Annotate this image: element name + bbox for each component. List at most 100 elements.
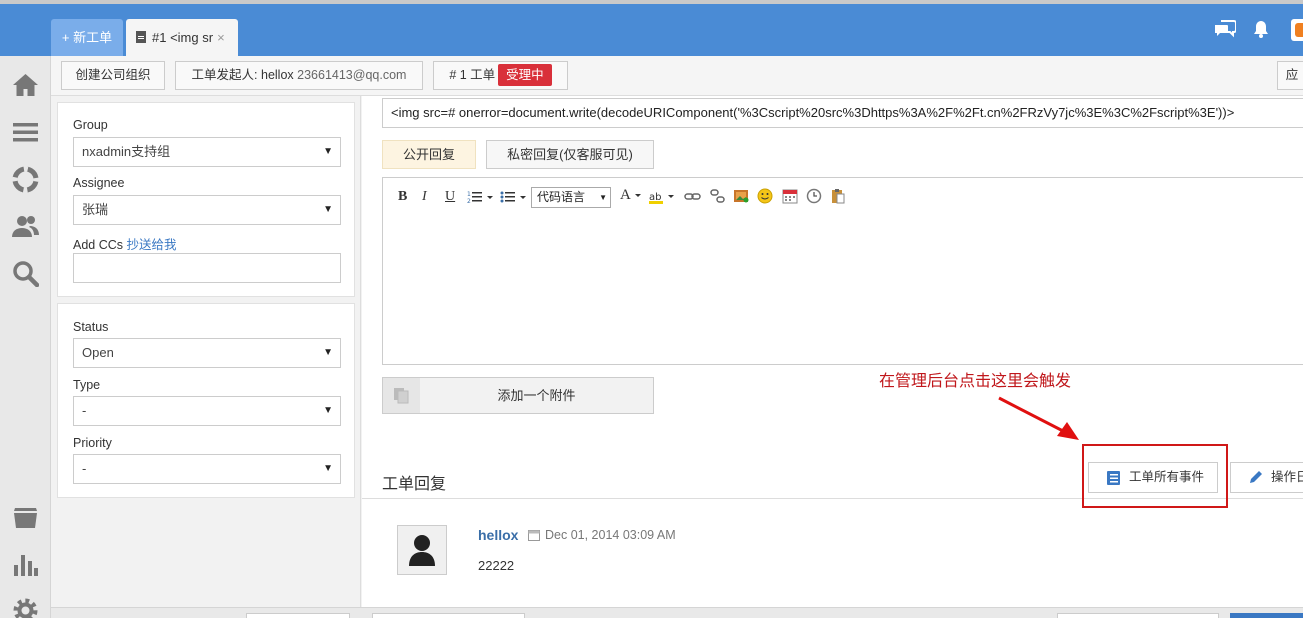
chevron-down-icon[interactable] <box>634 190 642 200</box>
image-icon[interactable] <box>733 188 749 204</box>
private-reply-tab[interactable]: 私密回复(仅客服可见) <box>486 140 654 169</box>
ordered-list-icon[interactable]: 12 <box>467 190 495 204</box>
ticket-number: # 1 工单 <box>449 68 496 82</box>
bottom-bar <box>51 607 1303 618</box>
add-attachment-label: 添加一个附件 <box>497 388 576 403</box>
reply-date-row: Dec 01, 2014 03:09 AM <box>528 528 676 542</box>
type-value: - <box>82 403 87 418</box>
reply-editor[interactable]: B I U 12 代码语言 ▼ A ab <box>382 177 1303 365</box>
svg-text:1: 1 <box>467 191 471 198</box>
ticket-properties-panel: Group nxadmin支持组 ▼ Assignee 张瑞 ▼ Add CCs… <box>51 96 361 608</box>
reply-author[interactable]: hellox <box>478 527 518 543</box>
status-badge: 受理中 <box>498 64 552 86</box>
copy-icon <box>394 388 409 404</box>
close-icon[interactable]: × <box>217 30 225 45</box>
users-icon[interactable] <box>12 213 39 240</box>
ticket-toolbar: 创建公司组织 工单发起人: hellox 23661413@qq.com # 1… <box>51 56 1303 96</box>
highlight-icon[interactable]: ab <box>649 189 677 205</box>
settings-icon[interactable] <box>12 597 39 618</box>
archive-icon[interactable] <box>12 504 39 531</box>
code-language-label: 代码语言 <box>537 190 586 204</box>
annotation-text: 在管理后台点击这里会触发 <box>879 373 1072 390</box>
requester-button[interactable]: 工单发起人: hellox 23661413@qq.com <box>175 61 423 90</box>
reply-date: Dec 01, 2014 03:09 AM <box>545 528 676 542</box>
ticket-subject[interactable]: <img src=# onerror=document.write(decode… <box>382 98 1303 128</box>
group-value: nxadmin支持组 <box>82 144 171 159</box>
search-icon[interactable] <box>12 260 39 287</box>
reply-body: 22222 <box>478 558 515 573</box>
reply-avatar <box>397 525 447 575</box>
font-color-button[interactable]: A <box>620 187 631 204</box>
bar-chart-icon[interactable] <box>12 551 39 578</box>
assignee-label: Assignee <box>73 176 125 190</box>
code-language-select[interactable]: 代码语言 ▼ <box>531 187 611 208</box>
chat-icon[interactable] <box>1214 20 1236 38</box>
user-silhouette-icon <box>409 535 435 566</box>
replies-section-title: 工单回复 <box>382 476 447 493</box>
user-avatar[interactable] <box>1291 19 1303 41</box>
priority-select[interactable]: - ▼ <box>73 454 341 484</box>
group-select[interactable]: nxadmin支持组 ▼ <box>73 137 341 167</box>
chevron-down-icon: ▼ <box>323 146 333 157</box>
ticket-tab[interactable]: #1 <img sr × <box>126 19 238 56</box>
lifebuoy-icon[interactable] <box>12 166 39 193</box>
chevron-down-icon: ▼ <box>323 405 333 416</box>
link-icon[interactable] <box>684 190 702 204</box>
menu-icon[interactable] <box>12 119 39 146</box>
priority-label: Priority <box>73 436 112 450</box>
annotation-arrow <box>998 396 1079 440</box>
cc-me-link[interactable]: 抄送给我 <box>127 238 177 252</box>
sidebar <box>0 56 51 618</box>
unlink-icon[interactable] <box>710 188 726 204</box>
chevron-down-icon: ▼ <box>323 347 333 358</box>
status-box: Status Open ▼ Type - ▼ Priority - ▼ <box>57 303 355 498</box>
create-org-button[interactable]: 创建公司组织 <box>61 61 165 90</box>
type-select[interactable]: - ▼ <box>73 396 341 426</box>
status-select[interactable]: Open ▼ <box>73 338 341 368</box>
bullet-list-icon[interactable] <box>500 190 528 204</box>
document-icon <box>136 31 146 43</box>
requester-email: 23661413@qq.com <box>297 68 407 82</box>
new-ticket-tab[interactable]: + 新工单 <box>51 19 123 56</box>
chevron-down-icon: ▼ <box>323 463 333 474</box>
ticket-number-button[interactable]: # 1 工单 受理中 <box>433 61 568 90</box>
assignee-select[interactable]: 张瑞 ▼ <box>73 195 341 225</box>
status-value: Open <box>82 345 114 360</box>
attachment-icon-area <box>383 378 420 413</box>
submit-button[interactable] <box>1230 613 1303 618</box>
underline-button[interactable]: U <box>445 189 455 205</box>
ticket-main: <img src=# onerror=document.write(decode… <box>362 96 1303 608</box>
assignment-box: Group nxadmin支持组 ▼ Assignee 张瑞 ▼ Add CCs… <box>57 102 355 297</box>
home-icon[interactable] <box>12 72 39 99</box>
bottom-button[interactable] <box>246 613 350 618</box>
chevron-down-icon: ▼ <box>323 204 333 215</box>
status-label: Status <box>73 320 109 334</box>
group-label: Group <box>73 118 108 132</box>
requester-label: 工单发起人: hellox <box>191 68 294 82</box>
add-attachment-button[interactable]: 添加一个附件 <box>382 377 654 414</box>
public-reply-tab[interactable]: 公开回复 <box>382 140 476 169</box>
ticket-tab-label: #1 <img sr <box>152 30 214 45</box>
chevron-down-icon: ▼ <box>599 193 607 202</box>
annotation-highlight-box <box>1082 444 1228 508</box>
bottom-button[interactable] <box>372 613 525 618</box>
assignee-value: 张瑞 <box>82 202 109 217</box>
calendar-icon[interactable] <box>782 188 798 204</box>
bottom-button[interactable] <box>1057 613 1219 618</box>
bold-button[interactable]: B <box>398 189 407 205</box>
operation-log-button[interactable]: 操作日 <box>1230 462 1303 493</box>
type-label: Type <box>73 378 101 392</box>
bell-icon[interactable] <box>1252 20 1270 38</box>
cc-label-row: Add CCs 抄送给我 <box>73 234 177 253</box>
italic-button[interactable]: I <box>422 189 427 205</box>
pencil-icon <box>1250 471 1262 483</box>
paste-icon[interactable] <box>830 188 846 204</box>
svg-text:2: 2 <box>467 198 471 204</box>
cc-input[interactable] <box>73 253 341 283</box>
emoji-icon[interactable] <box>757 188 773 204</box>
priority-value: - <box>82 461 87 476</box>
calendar-icon <box>528 530 540 541</box>
clock-icon[interactable] <box>806 188 822 204</box>
operation-log-label: 操作日 <box>1271 470 1303 484</box>
apply-button[interactable]: 应 <box>1277 61 1303 90</box>
